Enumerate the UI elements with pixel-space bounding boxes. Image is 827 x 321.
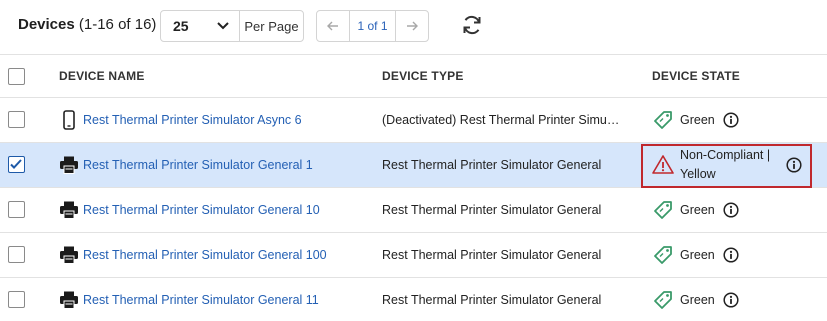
- device-type: Rest Thermal Printer Simulator General: [382, 248, 602, 262]
- row-checkbox[interactable]: [8, 291, 25, 308]
- info-icon[interactable]: [723, 112, 739, 128]
- checkmark-icon: [10, 159, 22, 169]
- per-page-select[interactable]: 25: [161, 11, 240, 41]
- device-state: Green: [680, 203, 715, 217]
- per-page-value: 25: [173, 18, 189, 34]
- mobile-device-icon: [63, 110, 75, 130]
- tag-icon: [654, 246, 672, 264]
- device-state: Green: [680, 293, 715, 307]
- device-type: Rest Thermal Printer Simulator General: [382, 158, 602, 172]
- next-page-button[interactable]: [395, 11, 428, 41]
- row-checkbox-checked[interactable]: [8, 156, 25, 173]
- info-icon[interactable]: [786, 157, 802, 173]
- refresh-icon: [463, 15, 481, 35]
- previous-page-button[interactable]: [317, 11, 350, 41]
- info-icon[interactable]: [723, 247, 739, 263]
- per-page-control: 25 Per Page: [160, 10, 304, 42]
- device-name-link[interactable]: Rest Thermal Printer Simulator General 1: [83, 158, 313, 172]
- column-header-device-type[interactable]: DEVICE TYPE: [382, 69, 464, 83]
- tag-icon: [654, 201, 672, 219]
- chevron-down-icon: [217, 22, 229, 30]
- device-name-link[interactable]: Rest Thermal Printer Simulator General 1…: [83, 203, 320, 217]
- arrow-left-icon: [327, 21, 338, 31]
- device-type: Rest Thermal Printer Simulator General: [382, 293, 602, 307]
- info-icon[interactable]: [723, 202, 739, 218]
- device-state-line-1: Non-Compliant |: [680, 148, 771, 162]
- device-name-link[interactable]: Rest Thermal Printer Simulator Async 6: [83, 113, 302, 127]
- tag-icon: [654, 111, 672, 129]
- device-state-line-2: Yellow: [680, 167, 716, 181]
- page-title: Devices (1-16 of 16): [18, 16, 157, 33]
- device-type: (Deactivated) Rest Thermal Printer Simul…: [382, 113, 622, 127]
- row-checkbox[interactable]: [8, 201, 25, 218]
- printer-icon: [60, 246, 78, 264]
- device-name-link[interactable]: Rest Thermal Printer Simulator General 1…: [83, 248, 327, 262]
- pagination: 1 of 1: [316, 10, 429, 42]
- row-checkbox[interactable]: [8, 246, 25, 263]
- table-row[interactable]: Rest Thermal Printer Simulator General 1…: [0, 188, 827, 233]
- printer-icon: [60, 156, 78, 174]
- column-header-device-state[interactable]: DEVICE STATE: [652, 69, 740, 83]
- device-state: Green: [680, 113, 715, 127]
- arrow-right-icon: [407, 21, 418, 31]
- printer-icon: [60, 291, 78, 309]
- tag-icon: [654, 291, 672, 309]
- table-row-selected[interactable]: Rest Thermal Printer Simulator General 1…: [0, 143, 827, 188]
- select-all-checkbox[interactable]: [8, 68, 25, 85]
- refresh-button[interactable]: [460, 13, 484, 37]
- table-row[interactable]: Rest Thermal Printer Simulator General 1…: [0, 233, 827, 278]
- printer-icon: [60, 201, 78, 219]
- device-state: Green: [680, 248, 715, 262]
- table-row[interactable]: Rest Thermal Printer Simulator General 1…: [0, 278, 827, 321]
- toolbar: Devices (1-16 of 16) 25 Per Page 1 of 1: [0, 0, 827, 52]
- warning-icon: [652, 155, 674, 174]
- page-indicator[interactable]: 1 of 1: [350, 11, 395, 41]
- device-type: Rest Thermal Printer Simulator General: [382, 203, 602, 217]
- table-header: DEVICE NAME DEVICE TYPE DEVICE STATE: [0, 54, 827, 98]
- table-row[interactable]: Rest Thermal Printer Simulator Async 6 (…: [0, 98, 827, 143]
- column-header-device-name[interactable]: DEVICE NAME: [59, 69, 145, 83]
- info-icon[interactable]: [723, 292, 739, 308]
- device-name-link[interactable]: Rest Thermal Printer Simulator General 1…: [83, 293, 319, 307]
- row-checkbox[interactable]: [8, 111, 25, 128]
- per-page-label: Per Page: [244, 18, 299, 34]
